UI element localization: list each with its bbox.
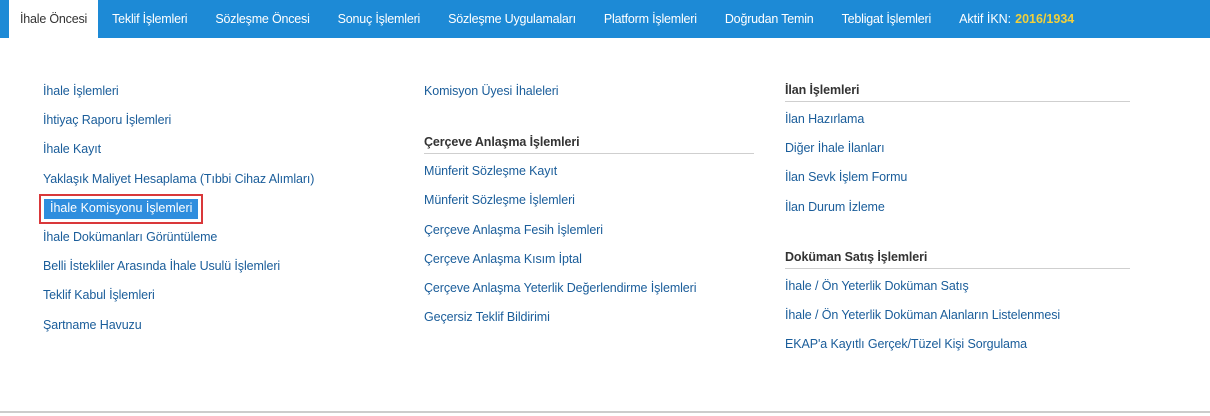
nav-tab-ihale-oncesi[interactable]: İhale Öncesi <box>9 0 99 38</box>
section-title-ilan-islemleri: İlan İşlemleri <box>785 80 1130 102</box>
link-ekap-kisi-sorgulama[interactable]: EKAP'a Kayıtlı Gerçek/Tüzel Kişi Sorgula… <box>785 333 1130 362</box>
nav-tab-platform-islemleri[interactable]: Platform İşlemleri <box>590 0 711 38</box>
nav-tab-sozlesme-oncesi[interactable]: Sözleşme Öncesi <box>201 0 323 38</box>
nav-tab-sozlesme-uygulamalari[interactable]: Sözleşme Uygulamaları <box>434 0 590 38</box>
section-title-dokuman-satis: Doküman Satış İşlemleri <box>785 247 1130 269</box>
menu-column-ihale: İhale İşlemleri İhtiyaç Raporu İşlemleri… <box>39 80 373 343</box>
nav-tab-dogrudan-temin[interactable]: Doğrudan Temin <box>711 0 828 38</box>
link-dokuman-alanlarin-listelenmesi[interactable]: İhale / Ön Yeterlik Doküman Alanların Li… <box>785 304 1130 333</box>
nav-tab-sonuc-islemleri[interactable]: Sonuç İşlemleri <box>324 0 434 38</box>
active-ikn-label: Aktif İKN: <box>959 12 1012 26</box>
bottom-divider <box>0 411 1210 413</box>
link-cerceve-anlasma-kisim-iptal[interactable]: Çerçeve Anlaşma Kısım İptal <box>424 248 754 277</box>
active-ikn-value: 2016/1934 <box>1015 12 1075 26</box>
link-yaklasik-maliyet-hesaplama[interactable]: Yaklaşık Maliyet Hesaplama (Tıbbi Cihaz … <box>43 168 373 197</box>
link-ilan-durum-izleme[interactable]: İlan Durum İzleme <box>785 196 1130 225</box>
link-munferit-sozlesme-islemleri[interactable]: Münferit Sözleşme İşlemleri <box>424 189 754 218</box>
nav-tab-teklif-islemleri[interactable]: Teklif İşlemleri <box>98 0 201 38</box>
link-komisyon-uyesi-ihaleleri[interactable]: Komisyon Üyesi İhaleleri <box>424 80 754 109</box>
link-ihale-islemleri[interactable]: İhale İşlemleri <box>43 80 373 109</box>
link-munferit-sozlesme-kayit[interactable]: Münferit Sözleşme Kayıt <box>424 160 754 189</box>
link-doküman-satis[interactable]: İhale / Ön Yeterlik Doküman Satış <box>785 275 1130 304</box>
link-ilan-hazirlama[interactable]: İlan Hazırlama <box>785 108 1130 137</box>
active-ikn: Aktif İKN: 2016/1934 <box>945 0 1074 38</box>
link-teklif-kabul-islemleri[interactable]: Teklif Kabul İşlemleri <box>43 284 373 313</box>
link-sartname-havuzu[interactable]: Şartname Havuzu <box>43 314 373 343</box>
link-cerceve-anlasma-fesih[interactable]: Çerçeve Anlaşma Fesih İşlemleri <box>424 219 754 248</box>
link-ihtiyac-raporu-islemleri[interactable]: İhtiyaç Raporu İşlemleri <box>43 109 373 138</box>
top-navbar: İhale Öncesi Teklif İşlemleri Sözleşme Ö… <box>0 0 1210 38</box>
menu-column-ilan-dokuman: İlan İşlemleri İlan Hazırlama Diğer İhal… <box>785 80 1130 362</box>
nav-tab-tebligat-islemleri[interactable]: Tebligat İşlemleri <box>828 0 946 38</box>
link-ilan-sevk-islem-formu[interactable]: İlan Sevk İşlem Formu <box>785 166 1130 195</box>
highlight-box: İhale Komisyonu İşlemleri <box>39 193 204 224</box>
link-cerceve-anlasma-yeterlik[interactable]: Çerçeve Anlaşma Yeterlik Değerlendirme İ… <box>424 277 754 306</box>
link-diger-ihale-ilanlari[interactable]: Diğer İhale İlanları <box>785 137 1130 166</box>
section-title-cerceve-anlasma: Çerçeve Anlaşma İşlemleri <box>424 132 754 155</box>
link-ihale-dokumanlari-goruntuleme[interactable]: İhale Dokümanları Görüntüleme <box>43 226 373 255</box>
menu-column-cerceve: Komisyon Üyesi İhaleleri Çerçeve Anlaşma… <box>424 80 754 335</box>
highlighted-row: İhale Komisyonu İşlemleri <box>39 193 373 226</box>
link-ihale-komisyonu-islemleri[interactable]: İhale Komisyonu İşlemleri <box>44 198 199 219</box>
link-gecersiz-teklif-bildirimi[interactable]: Geçersiz Teklif Bildirimi <box>424 306 754 335</box>
link-ihale-kayit[interactable]: İhale Kayıt <box>43 138 373 167</box>
link-belli-istekliler-ihale-usulu[interactable]: Belli İstekliler Arasında İhale Usulü İş… <box>43 255 373 284</box>
